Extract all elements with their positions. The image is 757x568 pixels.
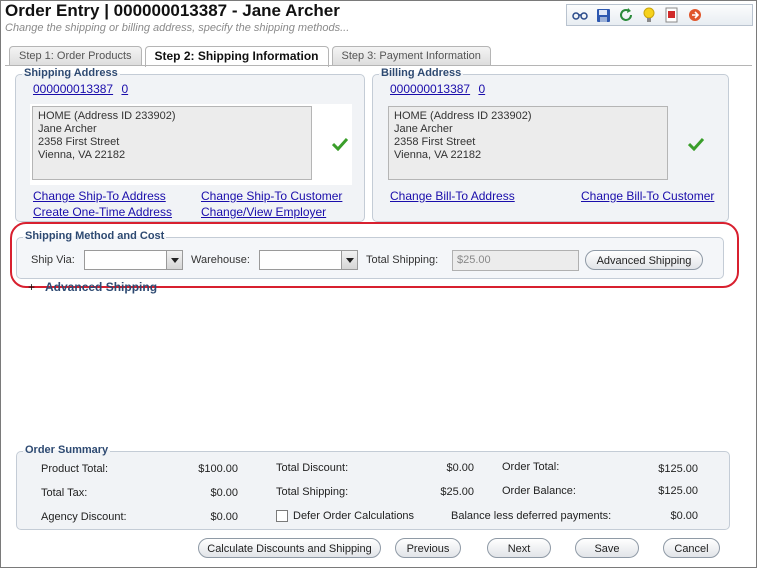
bill-address-line: Vienna, VA 22182 (394, 149, 482, 161)
tab-order-products[interactable]: Step 1: Order Products (9, 46, 142, 66)
save-button[interactable]: Save (575, 538, 639, 558)
order-summary-panel: Order Summary Product Total: $100.00 Tot… (16, 444, 730, 530)
ship-address-line: Vienna, VA 22182 (38, 149, 126, 161)
lightbulb-icon[interactable] (640, 6, 658, 24)
order-balance-value: $125.00 (658, 485, 698, 497)
page-subtitle: Change the shipping or billing address, … (5, 22, 350, 34)
ship-customer-id-link[interactable]: 000000013387 (33, 82, 113, 96)
step-tabs: Step 1: Order Products Step 2: Shipping … (9, 46, 491, 67)
next-button[interactable]: Next (487, 538, 551, 558)
tab-shipping-information[interactable]: Step 2: Shipping Information (144, 46, 329, 67)
total-discount-value: $0.00 (446, 462, 474, 474)
advanced-shipping-toggle[interactable]: + Advanced Shipping (28, 280, 157, 294)
product-total-value: $100.00 (198, 463, 238, 475)
refresh-icon[interactable] (617, 6, 635, 24)
save-icon[interactable] (594, 6, 612, 24)
advanced-shipping-toggle-label: Advanced Shipping (45, 280, 158, 294)
order-total-value: $125.00 (658, 463, 698, 475)
order-balance-label: Order Balance: (502, 485, 576, 497)
change-ship-to-customer-link[interactable]: Change Ship-To Customer (201, 189, 342, 203)
glasses-icon[interactable] (571, 6, 589, 24)
bill-checkmark-icon (688, 137, 704, 151)
balance-deferred-label: Balance less deferred payments: (451, 510, 612, 522)
expand-plus-icon[interactable]: + (28, 280, 35, 294)
total-tax-value: $0.00 (210, 487, 238, 499)
change-ship-to-address-link[interactable]: Change Ship-To Address (33, 189, 166, 203)
shipping-address-legend: Shipping Address (22, 67, 120, 79)
ship-customer-suffix-link[interactable]: 0 (121, 82, 128, 96)
bill-address-line: HOME (Address ID 233902) (394, 110, 532, 122)
bill-address-line: Jane Archer (394, 123, 453, 135)
total-tax-label: Total Tax: (41, 487, 88, 499)
bill-customer-suffix-link[interactable]: 0 (478, 82, 485, 96)
billing-address-legend: Billing Address (379, 67, 464, 79)
defer-calculations-checkbox[interactable] (276, 510, 288, 522)
ship-address-line: HOME (Address ID 233902) (38, 110, 176, 122)
ship-address-box[interactable]: HOME (Address ID 233902) Jane Archer 235… (32, 106, 312, 180)
page-title: Order Entry | 000000013387 - Jane Archer (5, 1, 340, 20)
cancel-button[interactable]: Cancel (663, 538, 720, 558)
bill-address-box[interactable]: HOME (Address ID 233902) Jane Archer 235… (388, 106, 668, 180)
tab-payment-information[interactable]: Step 3: Payment Information (331, 46, 491, 66)
defer-calculations-label: Defer Order Calculations (293, 510, 415, 522)
bill-address-line: 2358 First Street (394, 136, 476, 148)
ship-checkmark-icon (332, 137, 348, 151)
total-shipping-summary-label: Total Shipping: (276, 486, 349, 498)
shipping-address-panel: Shipping Address 000000013387 0 HOME (Ad… (15, 67, 365, 222)
highlight-ring (10, 222, 739, 288)
ship-address-line: Jane Archer (38, 123, 97, 135)
change-bill-to-address-link[interactable]: Change Bill-To Address (390, 189, 515, 203)
toolbar (566, 4, 753, 26)
agency-discount-value: $0.00 (210, 511, 238, 523)
change-view-employer-link[interactable]: Change/View Employer (201, 205, 326, 219)
tab-underline (5, 65, 752, 66)
total-discount-label: Total Discount: (276, 462, 349, 474)
ship-address-line: 2358 First Street (38, 136, 120, 148)
calculate-discounts-button[interactable]: Calculate Discounts and Shipping (198, 538, 381, 558)
total-shipping-summary-value: $25.00 (440, 486, 474, 498)
order-total-label: Order Total: (502, 461, 560, 473)
agency-discount-label: Agency Discount: (41, 511, 127, 523)
product-total-label: Product Total: (41, 463, 109, 475)
balance-deferred-value: $0.00 (670, 510, 698, 522)
report-icon[interactable] (663, 6, 681, 24)
exit-icon[interactable] (686, 6, 704, 24)
billing-address-panel: Billing Address 000000013387 0 HOME (Add… (372, 67, 729, 222)
change-bill-to-customer-link[interactable]: Change Bill-To Customer (581, 189, 714, 203)
create-one-time-address-link[interactable]: Create One-Time Address (33, 205, 172, 219)
bill-customer-id-link[interactable]: 000000013387 (390, 82, 470, 96)
previous-button[interactable]: Previous (395, 538, 461, 558)
order-summary-legend: Order Summary (23, 444, 111, 456)
